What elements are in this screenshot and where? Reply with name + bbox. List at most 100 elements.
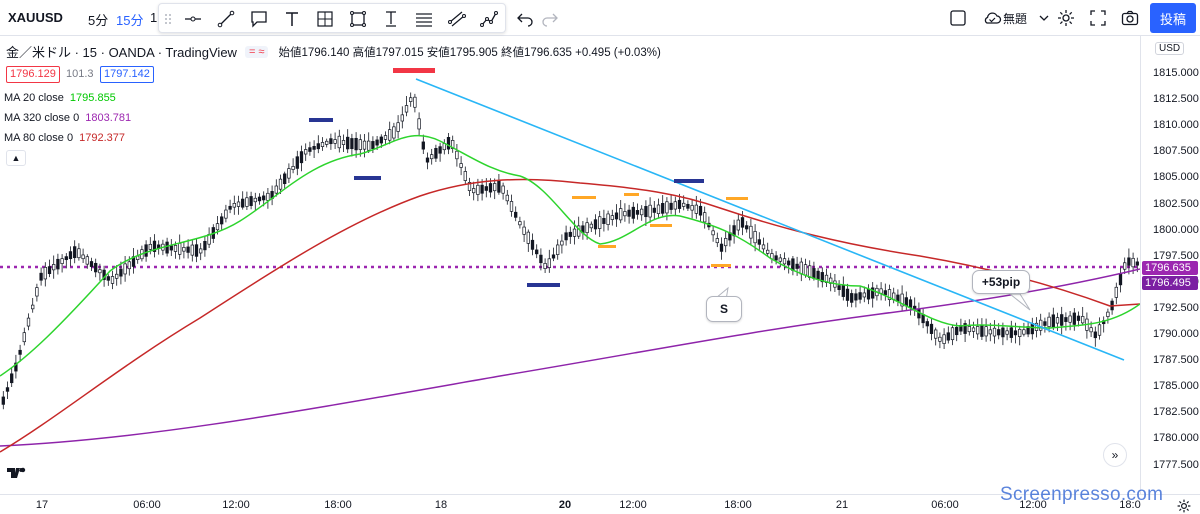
ask-price[interactable]: 1797.142 <box>100 66 154 83</box>
candle-body <box>1005 330 1009 335</box>
candle-body <box>787 260 791 266</box>
candle-body <box>934 329 938 339</box>
candle-body <box>375 139 379 146</box>
price-chart[interactable] <box>0 36 1140 494</box>
price-tick: 1812.500 <box>1153 93 1199 106</box>
regression-icon[interactable] <box>445 7 469 31</box>
anchored-text-icon[interactable] <box>379 7 403 31</box>
ma-value: 1803.781 <box>85 112 132 124</box>
candle-body <box>396 122 400 132</box>
ma-20-legend[interactable]: MA 20 close 1795.855 <box>4 92 116 104</box>
candle-body <box>1127 257 1131 266</box>
candle-body <box>883 290 887 296</box>
candle-body <box>89 261 94 267</box>
candle-body <box>346 136 350 150</box>
candle-body <box>350 138 354 150</box>
redo-icon[interactable] <box>538 6 562 30</box>
timeframe-more[interactable]: 1 <box>150 10 157 25</box>
candle-body <box>745 225 749 230</box>
candle-body <box>526 231 530 244</box>
pip-label[interactable]: +53pip <box>972 270 1030 294</box>
trend-line[interactable] <box>415 78 1125 361</box>
horizontal-line-icon[interactable] <box>181 7 205 31</box>
scroll-to-realtime-icon[interactable]: » <box>1103 443 1127 467</box>
candle-body <box>392 126 396 139</box>
candle-body <box>740 217 745 228</box>
callout-icon[interactable] <box>247 7 271 31</box>
undo-icon[interactable] <box>513 6 537 30</box>
rectangle-icon[interactable] <box>346 7 370 31</box>
candle-body <box>249 196 253 206</box>
candle-body <box>371 141 375 150</box>
gear-icon[interactable] <box>1054 6 1078 30</box>
fib-icon[interactable] <box>313 7 337 31</box>
candle-body <box>400 114 404 122</box>
fullscreen-icon[interactable] <box>1086 6 1110 30</box>
candle-body <box>694 204 698 214</box>
candle-body <box>501 185 505 194</box>
ma-80-legend[interactable]: MA 80 close 0 1792.377 <box>4 132 125 144</box>
candle-body <box>778 257 782 262</box>
candle-body <box>602 217 606 224</box>
timeframe-15m[interactable]: 15分 <box>116 10 143 29</box>
candle-body <box>1001 327 1005 338</box>
candle-body <box>421 141 425 150</box>
camera-icon[interactable] <box>1118 6 1142 30</box>
publish-button[interactable]: 投稿 <box>1150 3 1196 33</box>
candle-body <box>325 140 329 145</box>
symbol-search-button[interactable]: XAUUSD <box>8 10 63 25</box>
line-price-label: 1796.495 <box>1142 276 1198 290</box>
collapse-legend-icon[interactable]: ▲ <box>6 150 26 166</box>
price-tick: 1802.500 <box>1153 197 1199 210</box>
candle-body <box>812 268 816 279</box>
sell-label[interactable]: S <box>706 296 742 322</box>
candle-body <box>749 225 753 239</box>
candle-body <box>1093 331 1097 339</box>
cloud-icon[interactable] <box>980 6 1004 30</box>
ma-320-legend[interactable]: MA 320 close 0 1803.781 <box>4 112 131 124</box>
timeframe-5m[interactable]: 5分 <box>88 10 108 29</box>
candle-body <box>1076 315 1081 321</box>
layout-name[interactable]: 無題 <box>1003 10 1027 27</box>
candle-body <box>976 326 980 335</box>
candle-body <box>463 171 467 181</box>
candle-body <box>661 203 665 214</box>
candle-body <box>774 255 778 261</box>
candle-body <box>497 180 501 193</box>
drag-handle-icon[interactable] <box>161 7 175 31</box>
time-tick: 18 <box>434 499 448 511</box>
compare-toggle[interactable]: = ≈ <box>244 45 269 58</box>
candle-body <box>631 206 635 219</box>
candle-body <box>312 146 316 150</box>
chart-settings-gear-icon[interactable] <box>1176 498 1192 514</box>
candle-body <box>547 258 551 268</box>
parallel-channel-icon[interactable] <box>412 7 436 31</box>
trend-line-icon[interactable] <box>214 7 238 31</box>
candle-body <box>173 245 178 252</box>
candle-body <box>472 188 476 194</box>
candle-body <box>841 285 845 297</box>
candle-body <box>144 244 148 257</box>
candle-body <box>367 140 371 151</box>
candle-body <box>1114 286 1118 298</box>
candle-body <box>946 332 950 341</box>
layout-icon[interactable] <box>946 6 970 30</box>
price-tick: 1800.000 <box>1153 223 1199 236</box>
price-tick: 1810.000 <box>1153 119 1199 132</box>
candle-body <box>446 137 451 150</box>
candle-body <box>568 231 572 237</box>
candle-body <box>942 334 946 344</box>
chevron-down-icon[interactable] <box>1032 6 1056 30</box>
candle-body <box>455 150 459 160</box>
candle-body <box>245 197 249 207</box>
candle-body <box>686 203 690 209</box>
currency-selector[interactable]: USD <box>1155 42 1185 55</box>
ma-label: MA 20 close <box>4 92 64 104</box>
candle-body <box>236 201 241 207</box>
text-icon[interactable] <box>280 7 304 31</box>
bid-price[interactable]: 1796.129 <box>6 66 60 83</box>
candle-body <box>665 201 669 214</box>
candle-body <box>619 208 623 221</box>
path-icon[interactable] <box>477 7 501 31</box>
candle-body <box>850 293 854 303</box>
